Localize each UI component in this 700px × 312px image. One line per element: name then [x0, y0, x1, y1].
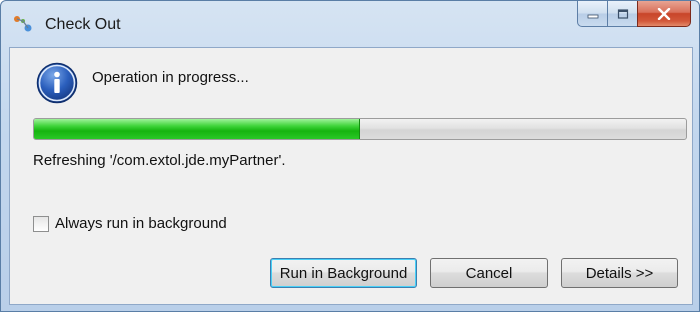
details-button[interactable]: Details >>: [561, 258, 678, 288]
caption-buttons: [577, 1, 691, 27]
minimize-button[interactable]: [577, 1, 607, 27]
title-bar[interactable]: Check Out: [1, 1, 699, 47]
close-icon: [657, 7, 671, 20]
operation-message: Operation in progress...: [92, 69, 249, 86]
maximize-icon: [617, 8, 628, 19]
progress-bar: [33, 118, 687, 140]
close-button[interactable]: [637, 1, 691, 27]
progress-bar-fill: [34, 119, 360, 139]
window-title: Check Out: [45, 16, 121, 33]
info-icon: [36, 62, 78, 104]
always-run-background-option[interactable]: Always run in background: [33, 215, 227, 232]
run-in-background-button[interactable]: Run in Background: [270, 258, 417, 288]
cancel-button[interactable]: Cancel: [430, 258, 548, 288]
dialog-body: Operation in progress... Refreshing '/co…: [9, 47, 693, 305]
status-text: Refreshing '/com.extol.jde.myPartner'.: [33, 152, 286, 169]
check-out-window: Check Out Operation in progress... Refre…: [0, 0, 700, 312]
minimize-icon: [587, 14, 598, 18]
always-run-background-label[interactable]: Always run in background: [55, 215, 227, 232]
always-run-background-checkbox[interactable]: [33, 215, 49, 232]
team-share-icon: [14, 16, 32, 32]
maximize-button[interactable]: [607, 1, 637, 27]
